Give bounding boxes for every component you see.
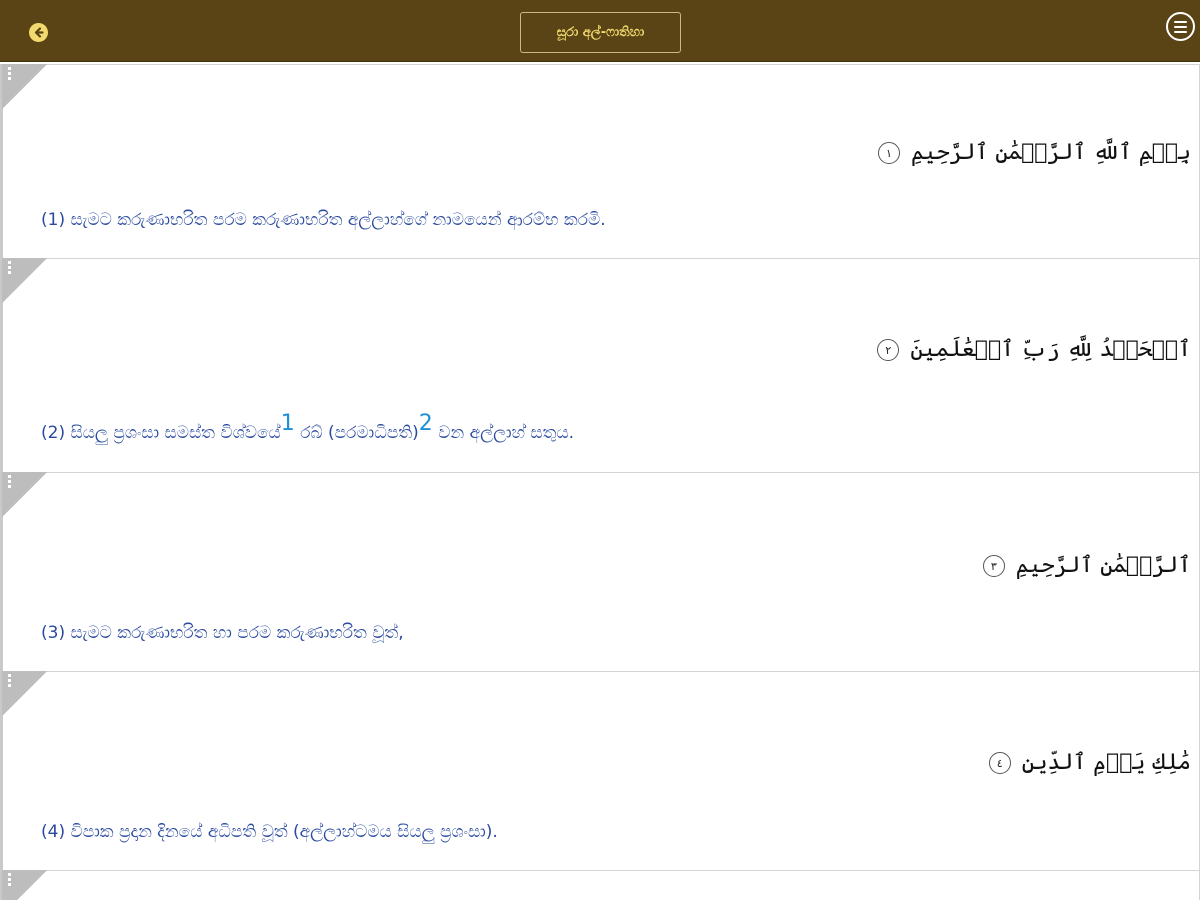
verse-options-icon[interactable]	[2, 671, 47, 716]
verse-options-icon[interactable]	[2, 64, 47, 109]
footnote-link-1[interactable]: 1	[281, 411, 295, 436]
verse-arabic-text: ٱلۡحَمۡدُ لِلَّهِ رَبِّ ٱلۡعَٰلَمِينَ ٢	[877, 337, 1191, 362]
verse-options-icon[interactable]	[2, 258, 47, 303]
verse-options-icon[interactable]	[2, 472, 47, 517]
ayah-number-marker: ٤	[988, 752, 1011, 774]
verse-arabic-text: بِسۡمِ ٱللَّهِ ٱلرَّحۡمَٰنِ ٱلرَّحِيمِ ١	[877, 140, 1191, 165]
back-button[interactable]	[29, 23, 48, 42]
verse-arabic-text: مَٰلِكِ يَوۡمِ ٱلدِّينِ ٤	[988, 750, 1191, 775]
surah-title-button[interactable]: සූරා අල්-ෆාතිහා	[520, 12, 681, 53]
ayah-number-marker: ١	[877, 142, 900, 164]
verse-card-4[interactable]: مَٰلِكِ يَوۡمِ ٱلدِّينِ ٤ (4) විපාක ප්‍ර…	[0, 671, 1200, 871]
verse-list[interactable]: بِسۡمِ ٱللَّهِ ٱلرَّحۡمَٰنِ ٱلرَّحِيمِ ١…	[0, 62, 1200, 900]
verse-card-5[interactable]	[0, 870, 1200, 900]
ayah-number-marker: ٣	[982, 555, 1005, 577]
top-app-bar: සූරා අල්-ෆාතිහා	[0, 0, 1200, 62]
verse-translation: (1) සැමට කරුණාභරිත පරම කරුණාභරිත අල්ලාහ්…	[41, 210, 606, 230]
back-arrow-icon	[34, 27, 44, 38]
verse-arabic-text: ٱلرَّحۡمَٰنِ ٱلرَّحِيمِ ٣	[982, 553, 1191, 578]
verse-card-1[interactable]: بِسۡمِ ٱللَّهِ ٱلرَّحۡمَٰنِ ٱلرَّحِيمِ ١…	[0, 64, 1200, 259]
verse-translation: (3) සැමට කරුණාභරිත හා පරම කරුණාභරිත වූත්…	[41, 623, 404, 643]
verse-card-2[interactable]: ٱلۡحَمۡدُ لِلَّهِ رَبِّ ٱلۡعَٰلَمِينَ ٢ …	[0, 258, 1200, 473]
footnote-link-2[interactable]: 2	[419, 411, 433, 436]
verse-translation: (2) සියලු ප්‍රශංසා සමස්ත විශ්වයේ1 රබ් (ප…	[41, 411, 575, 443]
verse-card-3[interactable]: ٱلرَّحۡمَٰنِ ٱلرَّحِيمِ ٣ (3) සැමට කරුණා…	[0, 472, 1200, 672]
surah-title: සූරා අල්-ෆාතිහා	[556, 25, 645, 40]
ayah-number-marker: ٢	[877, 339, 900, 361]
hamburger-menu-icon[interactable]	[1166, 12, 1195, 41]
verse-options-icon[interactable]	[2, 870, 47, 900]
verse-translation: (4) විපාක ප්‍රදාන දිනයේ අධිපති වූත් (අල්…	[41, 822, 498, 842]
